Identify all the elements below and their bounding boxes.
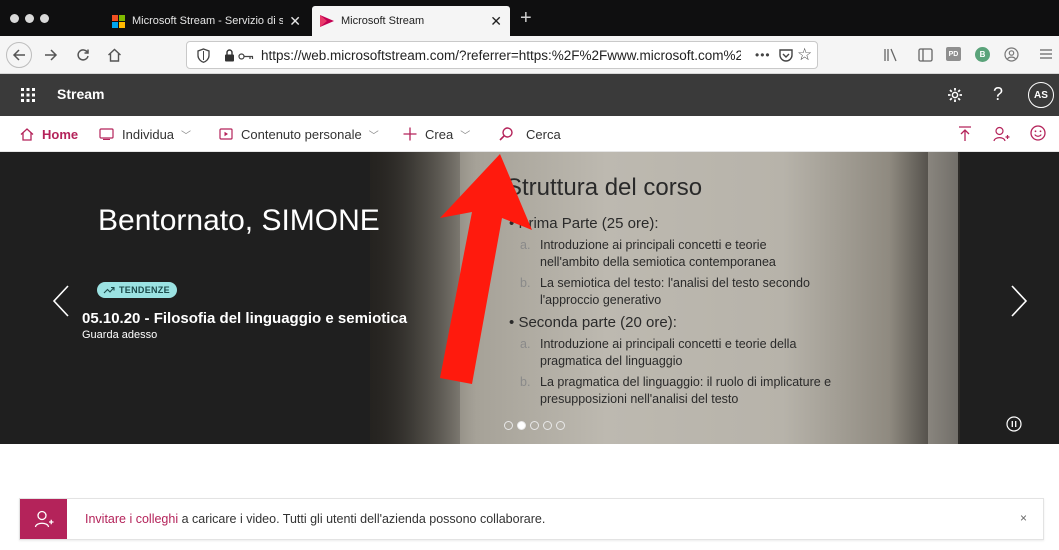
shield-icon[interactable]: [197, 48, 210, 63]
tab-label: Microsoft Stream - Servizio di s: [132, 15, 284, 27]
gear-icon[interactable]: [947, 87, 963, 103]
carousel-dot-4[interactable]: [543, 421, 552, 430]
browser-toolbar: https://web.microsoftstream.com/?referre…: [0, 36, 1059, 74]
menu-discover[interactable]: Individua ﹀: [99, 116, 191, 152]
slide-item-cont: l'approccio generativo: [540, 293, 662, 307]
invite-colleagues-link[interactable]: Invitare i colleghi: [85, 512, 178, 526]
home-button[interactable]: [103, 42, 125, 68]
hamburger-icon[interactable]: [1039, 48, 1053, 60]
window-minimize-control[interactable]: [25, 14, 34, 23]
stream-logo-icon: [320, 15, 334, 27]
featured-video-title[interactable]: 05.10.20 - Filosofia del linguaggio e se…: [82, 310, 407, 327]
slide-item: a. Introduzione ai principali concetti e …: [520, 337, 797, 351]
trending-badge: TENDENZE: [97, 282, 177, 298]
close-banner-button[interactable]: ×: [1020, 511, 1027, 525]
menu-home[interactable]: Home: [20, 116, 78, 152]
app-name[interactable]: Stream: [57, 86, 104, 102]
avatar[interactable]: AS: [1028, 82, 1054, 108]
slide-item: b. La pragmatica del linguaggio: il ruolo…: [520, 375, 832, 389]
chevron-left-icon[interactable]: [52, 285, 70, 317]
browser-tab-bar: Microsoft Stream - Servizio di s ✕ Micro…: [0, 0, 1059, 36]
watch-now-link[interactable]: Guarda adesso: [82, 329, 157, 341]
new-tab-button[interactable]: +: [520, 7, 532, 30]
home-icon: [107, 48, 121, 62]
slide-toolbar-strip: [928, 152, 958, 444]
forward-button[interactable]: [40, 42, 62, 68]
carousel-dot-2[interactable]: [517, 421, 526, 430]
help-button[interactable]: ?: [993, 84, 1003, 105]
upload-icon[interactable]: [958, 126, 972, 142]
close-tab-icon[interactable]: ✕: [490, 13, 502, 30]
menu-create[interactable]: Crea ﹀: [403, 116, 470, 152]
sidebar-icon[interactable]: [918, 48, 933, 62]
url-bar[interactable]: https://web.microsoftstream.com/?referre…: [186, 41, 818, 69]
chevron-right-icon[interactable]: [1010, 285, 1028, 317]
page-actions-icon[interactable]: •••: [755, 48, 771, 62]
reload-button[interactable]: [72, 42, 94, 68]
welcome-heading: Bentornato, SIMONE: [98, 204, 380, 237]
chevron-down-icon: ﹀: [368, 130, 379, 142]
menu-discover-label: Individua: [122, 126, 175, 142]
smiley-icon[interactable]: [1030, 125, 1046, 141]
invite-message-text: a caricare i video. Tutti gli utenti del…: [178, 512, 546, 526]
menu-my-content[interactable]: Contenuto personale ﹀: [219, 116, 379, 152]
url-text[interactable]: https://web.microsoftstream.com/?referre…: [261, 48, 741, 63]
reload-icon: [77, 49, 89, 61]
slide-item: b. La semiotica del testo: l'analisi del …: [520, 276, 810, 290]
search-icon: [499, 127, 513, 141]
carousel-dot-5[interactable]: [556, 421, 565, 430]
browser-tab-stream[interactable]: Microsoft Stream ✕: [312, 6, 510, 36]
carousel-dot-3[interactable]: [530, 421, 539, 430]
extension-badge-icon[interactable]: B: [975, 47, 990, 62]
home-icon: [20, 127, 34, 141]
trending-badge-label: TENDENZE: [119, 285, 170, 295]
permissions-key-icon[interactable]: [238, 53, 254, 60]
add-person-icon: [20, 499, 67, 539]
slide-item-cont: nell'ambito della semiotica contemporane…: [540, 255, 776, 269]
arrow-right-icon: [45, 49, 58, 61]
slide-item-cont: presupposizioni nell'analisi del testo: [540, 392, 739, 406]
slide-item-cont: pragmatica del linguaggio: [540, 354, 683, 368]
microsoft-logo-icon: [112, 14, 125, 28]
account-icon[interactable]: [1004, 47, 1019, 62]
invite-banner: Invitare i colleghi a caricare i video. …: [19, 498, 1044, 540]
menu-home-label: Home: [42, 126, 79, 142]
add-person-icon[interactable]: [993, 126, 1010, 142]
carousel-indicators: [504, 421, 569, 430]
pdf-extension-icon[interactable]: PD: [946, 47, 961, 61]
menu-my-content-label: Contenuto personale: [241, 126, 362, 142]
invite-message: Invitare i colleghi a caricare i video. …: [85, 512, 545, 526]
window-zoom-control[interactable]: [40, 14, 49, 23]
close-tab-icon[interactable]: ✕: [289, 13, 301, 30]
slide-item: a. Introduzione ai principali concetti e …: [520, 238, 767, 252]
annotation-arrow: [440, 154, 532, 384]
lock-icon[interactable]: [224, 49, 235, 62]
tab-label: Microsoft Stream: [341, 15, 425, 27]
arrow-left-icon: [12, 49, 25, 61]
star-icon[interactable]: ☆: [797, 45, 812, 65]
pocket-icon[interactable]: [778, 48, 794, 63]
slide-text: Seconda parte (20 ore):: [518, 314, 677, 331]
plus-icon: [403, 127, 417, 141]
trend-icon: [103, 286, 115, 294]
browser-tab-stream-service[interactable]: Microsoft Stream - Servizio di s ✕: [104, 6, 309, 36]
menu-search-label: Cerca: [526, 126, 561, 142]
window-close-control[interactable]: [10, 14, 19, 23]
carousel-dot-1[interactable]: [504, 421, 513, 430]
menu-create-label: Crea: [425, 126, 454, 142]
discover-icon: [99, 128, 114, 140]
app-launcher-icon[interactable]: [21, 88, 35, 102]
chevron-down-icon: ﹀: [181, 130, 192, 142]
back-button[interactable]: [6, 42, 32, 68]
my-content-icon: [219, 128, 233, 140]
menu-search[interactable]: Cerca: [499, 116, 561, 152]
pause-icon[interactable]: [1006, 416, 1022, 432]
chevron-down-icon: ﹀: [460, 130, 471, 142]
stream-menu: Home Individua ﹀ Contenuto personale ﹀ C…: [0, 116, 1059, 152]
library-icon[interactable]: [883, 48, 899, 62]
stream-header: Stream ? AS: [0, 74, 1059, 116]
